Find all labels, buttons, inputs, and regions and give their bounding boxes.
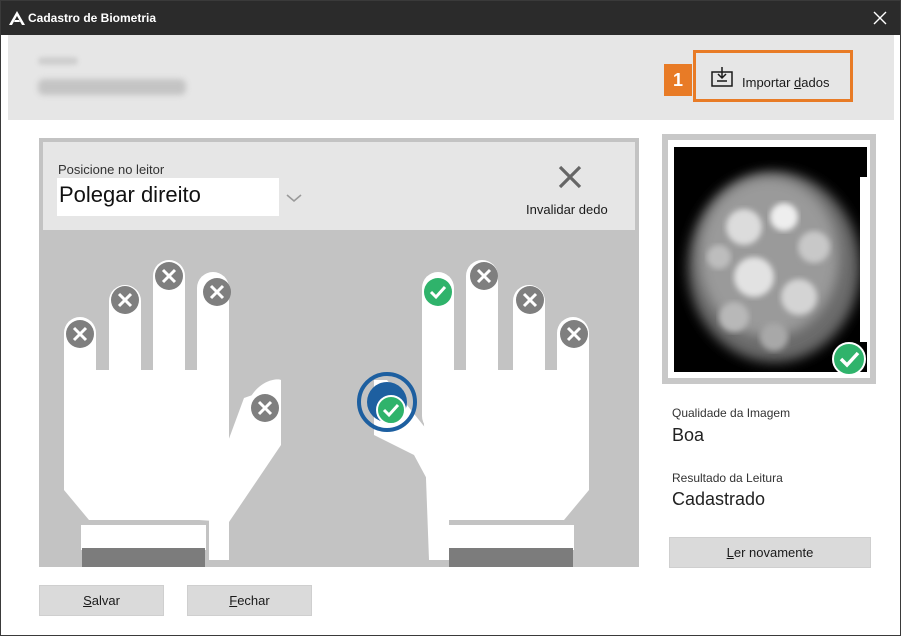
capture-ok-icon: [832, 342, 866, 376]
invalidate-finger-icon[interactable]: [557, 164, 583, 190]
right-ring-invalid-icon[interactable]: [516, 286, 544, 314]
invalidate-finger-button[interactable]: Invalidar dedo: [526, 202, 608, 217]
app-logo-icon: [9, 11, 25, 25]
left-index-invalid-icon[interactable]: [203, 278, 231, 306]
fingerprint-image: [674, 147, 867, 372]
hand-right: [374, 260, 589, 560]
hand-left: [64, 260, 281, 560]
person-code-blurred: [38, 57, 78, 65]
window-title: Cadastro de Biometria: [28, 11, 157, 25]
read-result-label: Resultado da Leitura: [672, 471, 783, 485]
close-icon: [873, 11, 887, 25]
left-middle-invalid-icon[interactable]: [155, 262, 183, 290]
image-quality-value: Boa: [672, 425, 705, 445]
chevron-down-icon[interactable]: [285, 192, 303, 204]
left-pinky-invalid-icon[interactable]: [66, 320, 94, 348]
right-pinky-invalid-icon[interactable]: [560, 320, 588, 348]
finger-select-value: Polegar direito: [59, 182, 201, 207]
import-icon: [711, 67, 733, 87]
finger-panel: Posicione no leitor Polegar direito Inva…: [39, 138, 639, 567]
title-bar: Cadastro de Biometria: [1, 1, 900, 35]
left-thumb-invalid-icon[interactable]: [251, 394, 279, 422]
right-thumb-selected-icon[interactable]: [357, 372, 417, 432]
biometry-window: Cadastro de Biometria 1 Importar dados P…: [0, 0, 901, 636]
finger-selector-bar: Posicione no leitor Polegar direito Inva…: [43, 142, 635, 230]
read-again-button[interactable]: Ler novamente: [669, 537, 871, 568]
callout-badge: 1: [664, 64, 692, 96]
hands-diagram: [64, 260, 589, 567]
fingerprint-scan: [674, 147, 867, 372]
right-index-valid-icon[interactable]: [424, 278, 452, 306]
import-data-label: Importar dados: [742, 75, 830, 90]
fingerprint-preview-frame: [662, 134, 876, 384]
right-middle-invalid-icon[interactable]: [470, 262, 498, 290]
left-ring-invalid-icon[interactable]: [111, 286, 139, 314]
image-quality-label: Qualidade da Imagem: [672, 406, 791, 420]
close-button[interactable]: Fechar: [187, 585, 312, 616]
position-label: Posicione no leitor: [58, 162, 165, 177]
import-data-button[interactable]: Importar dados: [693, 50, 853, 102]
save-button[interactable]: Salvar: [39, 585, 164, 616]
read-result-value: Cadastrado: [672, 489, 766, 509]
person-name-blurred: [38, 79, 186, 95]
left-wrist-band: [82, 548, 205, 567]
finger-select[interactable]: Polegar direito: [57, 178, 279, 216]
close-window-button[interactable]: [866, 5, 894, 31]
right-wrist-band: [449, 548, 573, 567]
